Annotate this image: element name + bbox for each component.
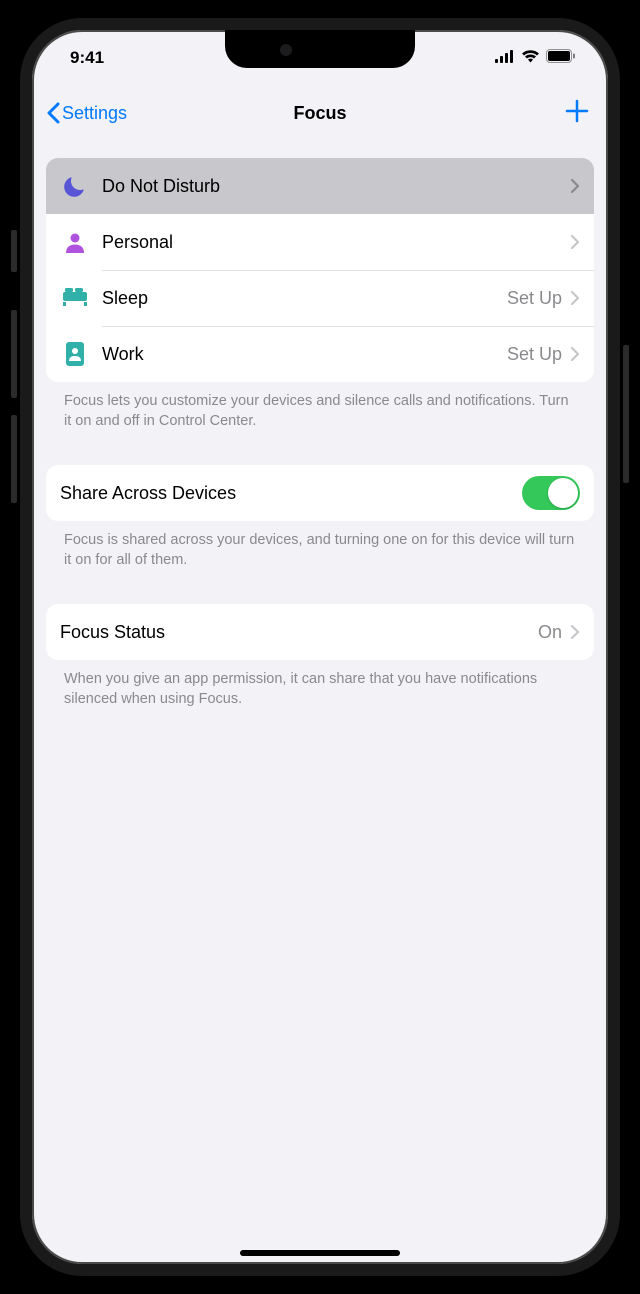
chevron-right-icon bbox=[570, 290, 580, 306]
chevron-right-icon bbox=[570, 346, 580, 362]
bed-icon bbox=[60, 283, 90, 313]
share-toggle[interactable] bbox=[522, 476, 580, 510]
plus-icon bbox=[564, 98, 590, 124]
home-indicator[interactable] bbox=[240, 1250, 400, 1256]
chevron-right-icon bbox=[570, 178, 580, 194]
row-label: Do Not Disturb bbox=[102, 176, 570, 197]
focus-status-footer: When you give an app permission, it can … bbox=[46, 660, 594, 709]
row-label: Focus Status bbox=[60, 622, 538, 643]
focus-row-work[interactable]: Work Set Up bbox=[46, 326, 594, 382]
chevron-right-icon bbox=[570, 234, 580, 250]
mute-switch[interactable] bbox=[11, 230, 17, 272]
moon-icon bbox=[60, 171, 90, 201]
battery-icon bbox=[546, 48, 576, 68]
focus-modes-group: Do Not Disturb Personal Sleep Set Up bbox=[46, 158, 594, 382]
wifi-icon bbox=[521, 48, 540, 68]
share-across-devices-row[interactable]: Share Across Devices bbox=[46, 465, 594, 521]
volume-up-button[interactable] bbox=[11, 310, 17, 398]
cellular-icon bbox=[495, 48, 515, 68]
row-label: Personal bbox=[102, 232, 570, 253]
focus-row-personal[interactable]: Personal bbox=[46, 214, 594, 270]
focus-status-group: Focus Status On bbox=[46, 604, 594, 660]
row-detail: On bbox=[538, 622, 562, 643]
device-frame: 9:41 Settings Focus bbox=[20, 18, 620, 1276]
chevron-right-icon bbox=[570, 624, 580, 640]
share-footer: Focus is shared across your devices, and… bbox=[46, 521, 594, 570]
badge-icon bbox=[60, 339, 90, 369]
focus-status-row[interactable]: Focus Status On bbox=[46, 604, 594, 660]
focus-modes-footer: Focus lets you customize your devices an… bbox=[46, 382, 594, 431]
nav-bar: Settings Focus bbox=[32, 86, 608, 140]
back-button[interactable]: Settings bbox=[46, 102, 127, 124]
add-focus-button[interactable] bbox=[564, 98, 590, 129]
row-detail: Set Up bbox=[507, 288, 562, 309]
person-icon bbox=[60, 227, 90, 257]
row-detail: Set Up bbox=[507, 344, 562, 365]
row-label: Share Across Devices bbox=[60, 483, 522, 504]
status-time: 9:41 bbox=[70, 48, 104, 68]
row-label: Work bbox=[102, 344, 507, 365]
power-button[interactable] bbox=[623, 345, 629, 483]
volume-down-button[interactable] bbox=[11, 415, 17, 503]
chevron-left-icon bbox=[46, 102, 60, 124]
focus-row-do-not-disturb[interactable]: Do Not Disturb bbox=[46, 158, 594, 214]
row-label: Sleep bbox=[102, 288, 507, 309]
back-label: Settings bbox=[62, 103, 127, 124]
share-group: Share Across Devices bbox=[46, 465, 594, 521]
focus-row-sleep[interactable]: Sleep Set Up bbox=[46, 270, 594, 326]
notch bbox=[225, 30, 415, 68]
